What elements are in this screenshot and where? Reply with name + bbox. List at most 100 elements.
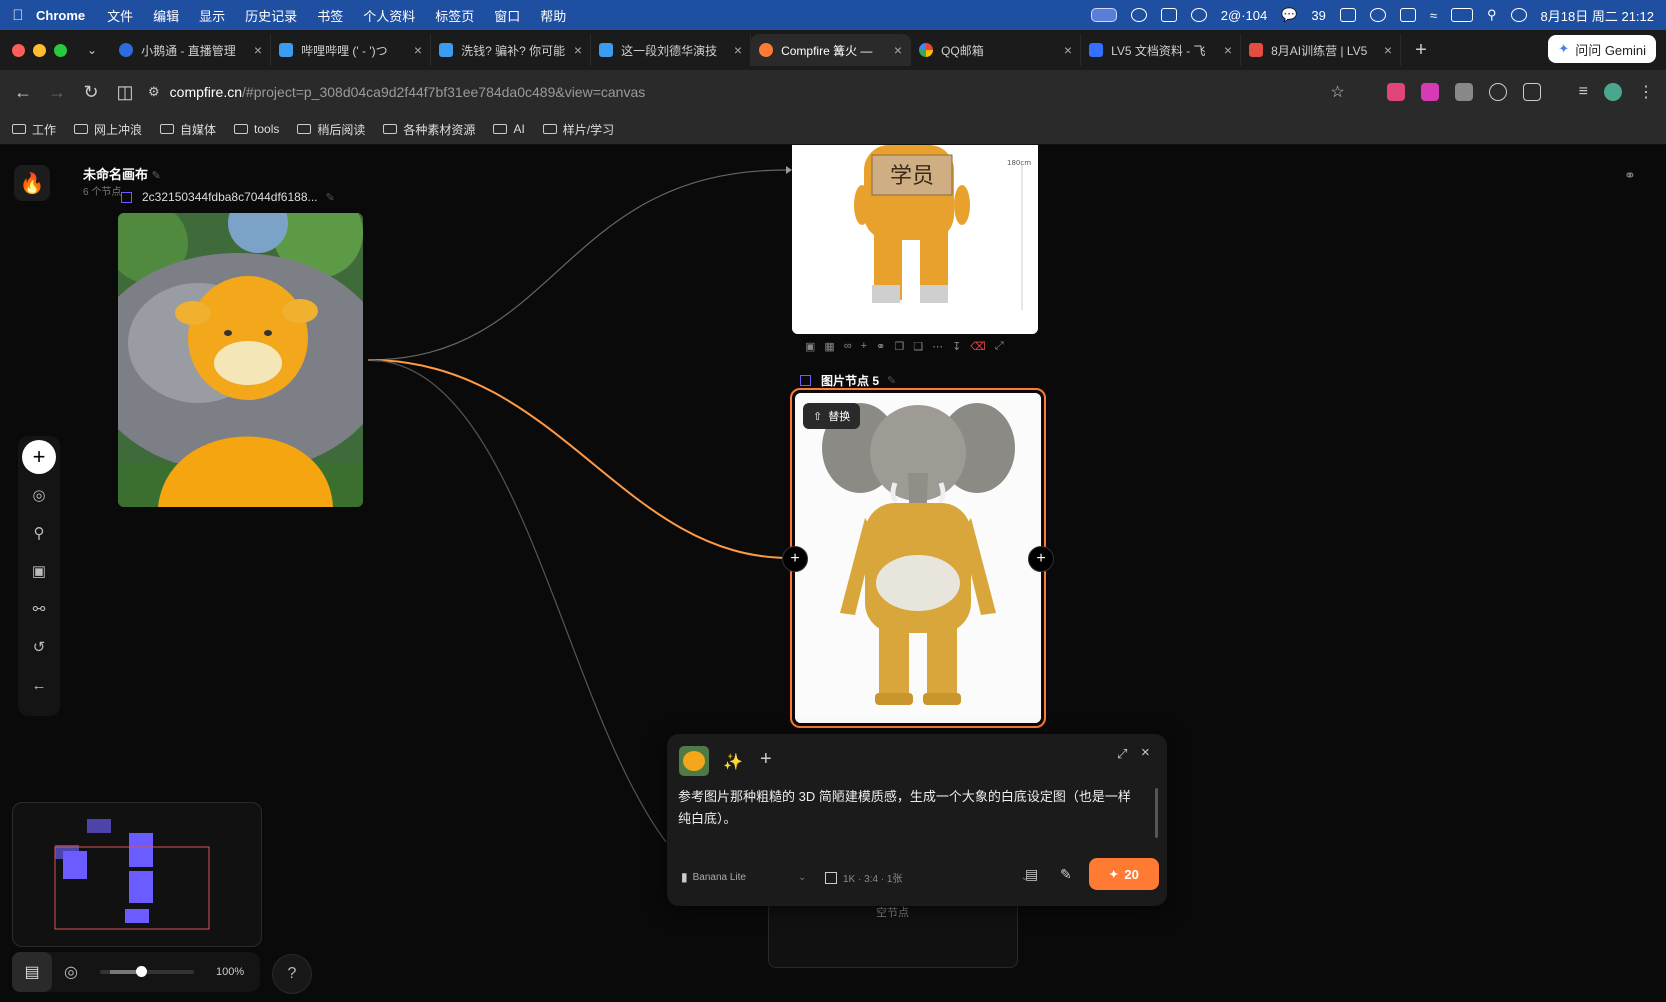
bookmark-folder-surf[interactable]: 网上冲浪 — [74, 121, 142, 138]
add-icon[interactable]: + — [861, 340, 867, 354]
spotlight-search-icon[interactable]: ⚲ — [1487, 7, 1497, 23]
split-view-icon[interactable]: ◫ — [108, 82, 142, 103]
model-selector[interactable]: ▮ Banana Lite ⌄ — [681, 870, 806, 884]
chain-icon[interactable]: ⚭ — [876, 340, 885, 354]
back-arrow-icon[interactable]: ← — [6, 82, 40, 103]
extensions-puzzle-icon[interactable] — [1522, 83, 1541, 101]
tab-lv5-docs[interactable]: LV5 文档资料 - 飞 × — [1081, 34, 1242, 66]
node-5-left-handle[interactable]: + — [782, 546, 808, 572]
tab-compfire[interactable]: Compfire 篝火 — × — [751, 34, 912, 66]
reference-thumbnail[interactable] — [679, 746, 709, 776]
tab-close-icon[interactable]: × — [1224, 42, 1232, 58]
menu-tabs[interactable]: 标签页 — [435, 6, 474, 25]
tab-bilibili-3[interactable]: 这一段刘德华演技 × — [591, 34, 752, 66]
translate-extension-icon[interactable] — [1386, 83, 1405, 101]
tab-xiaoetong[interactable]: 小鹅通 - 直播管理 × — [111, 34, 272, 66]
tab-bilibili-1[interactable]: 哔哩哔哩 (' - ')つ × — [271, 34, 432, 66]
menu-window[interactable]: 窗口 — [494, 6, 520, 25]
battery-icon[interactable] — [1451, 8, 1474, 22]
edit-pencil-icon[interactable]: ✎ — [326, 191, 335, 204]
workflow-icon[interactable]: ⚯ — [18, 590, 60, 628]
wechat-icon[interactable]: 💬 — [1281, 7, 1297, 23]
tab-bilibili-2[interactable]: 洗钱? 骗补? 你可能 × — [431, 34, 592, 66]
apple-icon[interactable]:  — [0, 7, 36, 24]
reload-icon[interactable]: ↻ — [74, 82, 108, 103]
menu-bookmarks[interactable]: 书签 — [317, 6, 343, 25]
screenshot-icon[interactable] — [1399, 8, 1416, 22]
bookmark-folder-resources[interactable]: 各种素材资源 — [383, 121, 475, 138]
minimize-window-button[interactable] — [33, 43, 46, 57]
search-icon[interactable]: ⚲ — [18, 514, 60, 552]
tab-close-icon[interactable]: × — [574, 42, 582, 58]
share-icon[interactable]: ⚭ — [1624, 167, 1636, 184]
download-extension-icon[interactable] — [1420, 83, 1439, 101]
menu-edit[interactable]: 编辑 — [153, 6, 179, 25]
elephant-image-node[interactable] — [795, 393, 1041, 723]
fit-view-icon[interactable]: ◎ — [64, 962, 78, 982]
bookmark-star-icon[interactable]: ☆ — [1330, 82, 1344, 102]
history-icon[interactable]: ↺ — [18, 628, 60, 666]
shield-icon[interactable] — [1160, 8, 1177, 22]
replace-image-button[interactable]: ⇧ 替换 — [803, 403, 861, 429]
notification-count[interactable]: 2@·104 — [1221, 8, 1267, 23]
wifi-icon[interactable]: ≈ — [1430, 8, 1437, 23]
add-reference-icon[interactable]: + — [760, 748, 772, 771]
control-center-icon[interactable] — [1510, 8, 1527, 22]
screen-mirror-icon[interactable] — [1090, 8, 1117, 22]
save-icon[interactable]: ▣ — [805, 340, 815, 354]
tab-close-icon[interactable]: × — [1064, 42, 1072, 58]
tab-close-icon[interactable]: × — [254, 42, 262, 58]
image-node-top[interactable]: 学员 180cm — [792, 145, 1038, 334]
tab-list-chevron-icon[interactable]: ⌄ — [87, 43, 97, 57]
prompt-textarea[interactable]: 参考图片那种粗糙的 3D 简陋建模质感，生成一个大象的白底设定图（也是一样纯白底… — [678, 786, 1143, 830]
reference-image-node[interactable] — [118, 213, 363, 507]
bookmark-folder-ai[interactable]: AI — [493, 122, 525, 136]
bookmark-folder-read-later[interactable]: 稍后阅读 — [297, 121, 365, 138]
image-library-icon[interactable]: ▣ — [18, 552, 60, 590]
download-icon[interactable]: ↧ — [952, 340, 961, 354]
folder-icon[interactable]: ▦ — [824, 340, 834, 354]
camera-extension-icon[interactable] — [1454, 83, 1473, 101]
openai-extension-icon[interactable] — [1488, 83, 1507, 101]
bookmark-folder-tools[interactable]: tools — [234, 122, 279, 136]
bookmark-folder-work[interactable]: 工作 — [12, 121, 56, 138]
menu-history[interactable]: 历史记录 — [245, 6, 297, 25]
maximize-window-button[interactable] — [54, 43, 67, 57]
canvas-title[interactable]: 未命名画布 ✎ — [83, 164, 161, 183]
map-icon[interactable]: ▤ — [12, 952, 52, 992]
forward-arrow-icon[interactable]: → — [40, 82, 74, 103]
new-tab-button[interactable]: + — [1415, 39, 1427, 62]
play-icon[interactable] — [1369, 8, 1386, 22]
tab-qqmail[interactable]: QQ邮箱 × — [911, 34, 1082, 66]
target-icon[interactable]: ◎ — [18, 476, 60, 514]
duplicate-icon[interactable]: ❏ — [913, 340, 923, 354]
tab-close-icon[interactable]: × — [734, 42, 742, 58]
document-icon[interactable]: ▤ — [1025, 866, 1038, 883]
tab-ai-camp[interactable]: 8月AI训练营 | LV5 × — [1241, 34, 1402, 66]
generate-button[interactable]: ✦ 20 — [1089, 858, 1159, 890]
resolution-selector[interactable]: 1K · 3:4 · 1张 ⌄ — [825, 870, 1029, 885]
menu-profile[interactable]: 个人资料 — [363, 6, 415, 25]
menu-app-chrome[interactable]: Chrome — [36, 8, 85, 23]
copy-icon[interactable]: ❐ — [894, 340, 904, 354]
back-arrow-icon[interactable]: ← — [18, 666, 60, 704]
link-icon[interactable]: ∞ — [844, 340, 852, 354]
site-settings-icon[interactable]: ⚙ — [148, 84, 160, 100]
more-menu-icon[interactable]: ⋮ — [1638, 82, 1654, 102]
compfire-logo[interactable]: 🔥 — [14, 165, 50, 201]
vpn-icon[interactable] — [1130, 8, 1147, 22]
pencil-icon[interactable]: ✎ — [1060, 866, 1072, 883]
menu-help[interactable]: 帮助 — [540, 6, 566, 25]
input-method-icon[interactable] — [1339, 8, 1356, 22]
edit-pencil-icon[interactable]: ✎ — [152, 170, 161, 182]
more-icon[interactable]: ⋯ — [932, 340, 943, 354]
expand-icon[interactable]: ⤢ — [995, 340, 1004, 354]
expand-panel-icon[interactable]: ⤢ — [1117, 746, 1127, 762]
zoom-slider[interactable] — [99, 966, 194, 977]
help-button[interactable]: ? — [272, 954, 312, 994]
magic-wand-icon[interactable]: ✨ — [723, 752, 743, 772]
node-5-right-handle[interactable]: + — [1028, 546, 1054, 572]
edit-pencil-icon[interactable]: ✎ — [887, 374, 896, 387]
address-bar[interactable]: ⚙ compfire.cn/#project=p_308d04ca9d2f44f… — [148, 84, 645, 100]
profile-avatar[interactable] — [1604, 83, 1622, 101]
